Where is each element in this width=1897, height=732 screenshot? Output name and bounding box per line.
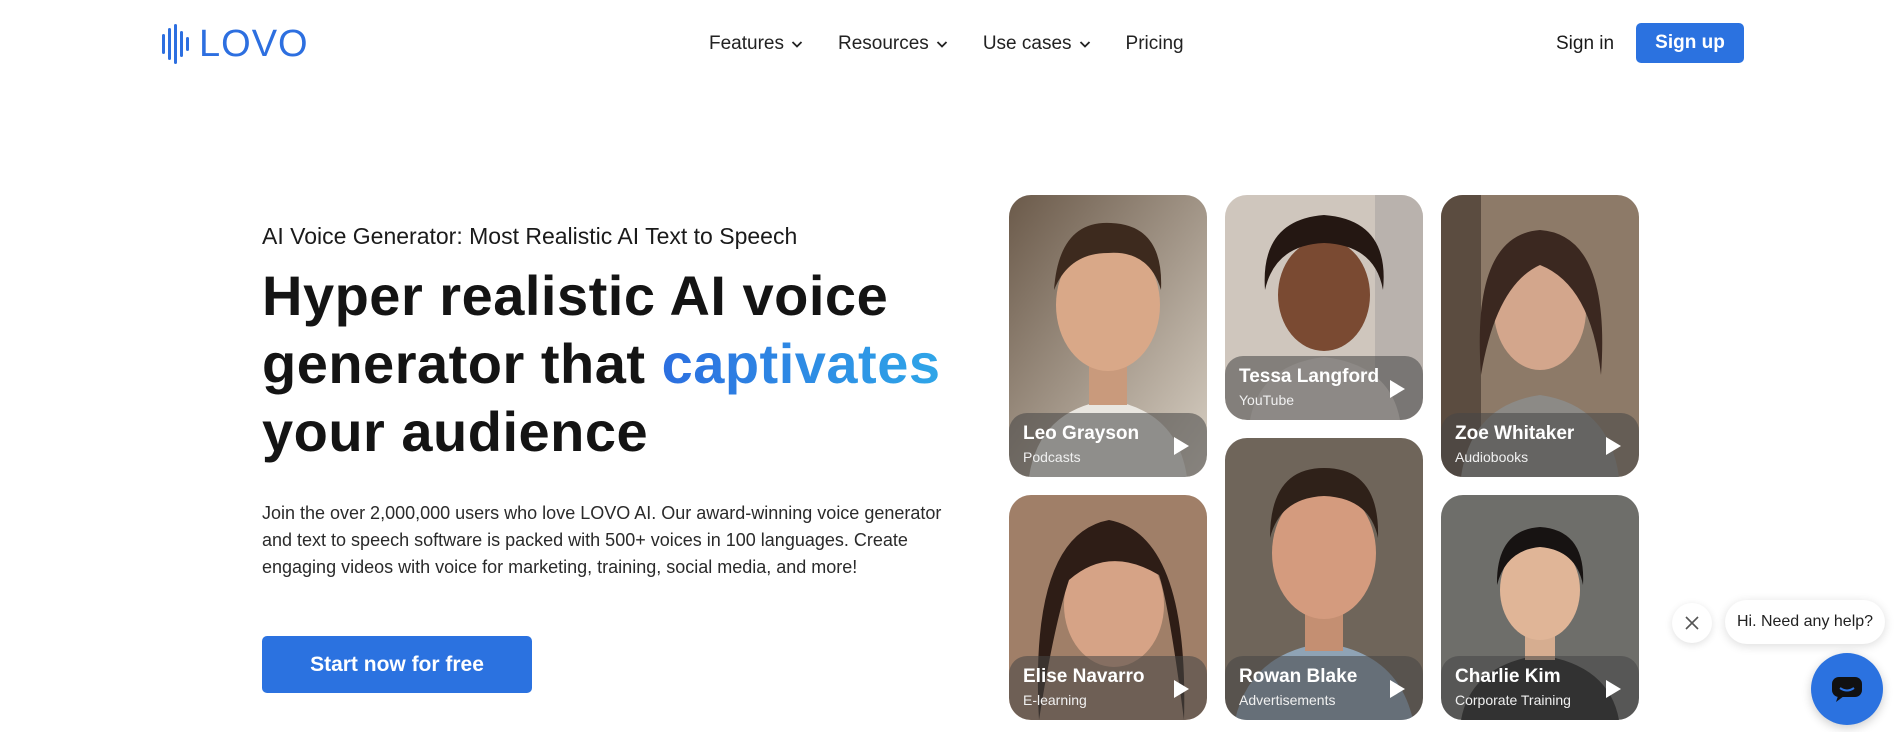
play-icon[interactable]: [1603, 678, 1623, 700]
play-icon[interactable]: [1171, 435, 1191, 457]
chat-launcher-button[interactable]: [1811, 653, 1883, 725]
voice-card-tessa[interactable]: Tessa Langford YouTube: [1225, 195, 1423, 420]
voice-card-rowan[interactable]: Rowan Blake Advertisements: [1225, 438, 1423, 720]
play-icon[interactable]: [1603, 435, 1623, 457]
voice-name: Zoe Whitaker: [1455, 423, 1575, 444]
chevron-down-icon: [791, 41, 803, 48]
nav-use-cases[interactable]: Use cases: [983, 33, 1092, 55]
chevron-down-icon: [936, 41, 947, 48]
voice-card-charlie[interactable]: Charlie Kim Corporate Training: [1441, 495, 1639, 720]
voice-name: Rowan Blake: [1239, 666, 1358, 687]
nav-resources[interactable]: Resources: [838, 33, 949, 55]
nav-pricing-label: Pricing: [1125, 33, 1184, 54]
sign-in-link[interactable]: Sign in: [1556, 30, 1614, 58]
play-icon[interactable]: [1387, 378, 1407, 400]
play-icon[interactable]: [1387, 678, 1407, 700]
nav-resources-label: Resources: [837, 33, 929, 54]
voice-category: Corporate Training: [1455, 692, 1571, 708]
hero-description: Join the over 2,000,000 users who love L…: [262, 503, 942, 577]
voice-card-leo[interactable]: Leo Grayson Podcasts: [1009, 195, 1207, 477]
voice-name: Charlie Kim: [1455, 666, 1561, 687]
voice-name: Elise Navarro: [1023, 666, 1145, 687]
voice-category: E-learning: [1023, 692, 1087, 708]
nav-features[interactable]: Features: [709, 33, 804, 55]
logo-text: LOVO: [199, 23, 309, 65]
voice-card-zoe[interactable]: Zoe Whitaker Audiobooks: [1441, 195, 1639, 477]
voice-card-elise[interactable]: Elise Navarro E-learning: [1009, 495, 1207, 720]
voice-name: Tessa Langford: [1239, 366, 1380, 387]
start-free-button[interactable]: Start now for free: [262, 636, 532, 693]
sign-up-button[interactable]: Sign up: [1636, 23, 1744, 63]
chat-icon: [1832, 677, 1862, 702]
chat-close-button[interactable]: [1672, 603, 1712, 643]
close-icon: [1685, 616, 1699, 630]
chat-prompt-bubble[interactable]: Hi. Need any help?: [1725, 600, 1885, 644]
sound-wave-icon: [162, 24, 189, 64]
voice-name: Leo Grayson: [1023, 423, 1140, 444]
voice-category: Advertisements: [1239, 692, 1336, 708]
nav-use-cases-label: Use cases: [982, 33, 1072, 54]
voice-category: YouTube: [1239, 392, 1295, 408]
hero-headline: Hyper realistic AI voice generator that …: [262, 262, 962, 466]
voice-category: Podcasts: [1023, 449, 1081, 465]
headline-accent: captivates: [661, 332, 941, 395]
chevron-down-icon: [1079, 41, 1090, 48]
nav-pricing[interactable]: Pricing: [1126, 33, 1184, 55]
headline-part-2: your audience: [262, 400, 649, 463]
site-header: LOVO Features Resources Use cases Pricin…: [0, 0, 1897, 86]
play-icon[interactable]: [1171, 678, 1191, 700]
voice-category: Audiobooks: [1455, 449, 1529, 465]
nav-features-label: Features: [709, 33, 784, 54]
hero-kicker: AI Voice Generator: Most Realistic AI Te…: [262, 223, 798, 249]
main-nav: Features Resources Use cases Pricing: [709, 27, 1218, 61]
lovo-logo[interactable]: LOVO: [161, 22, 309, 66]
